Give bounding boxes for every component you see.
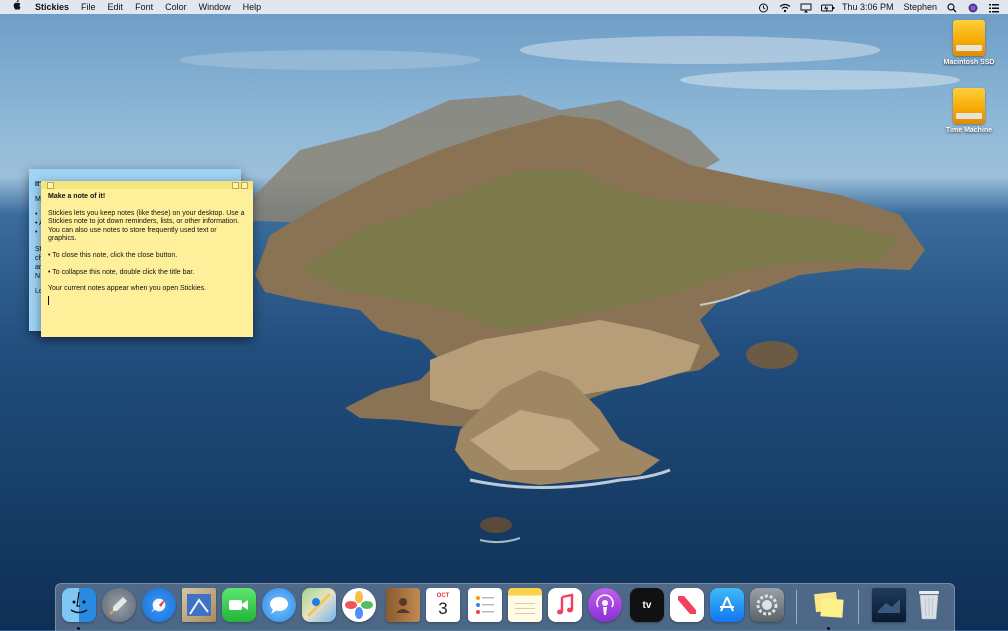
- app-store-icon[interactable]: [710, 588, 744, 622]
- menu-font[interactable]: Font: [129, 0, 159, 14]
- dock-separator: [858, 590, 859, 624]
- airplay-icon[interactable]: [800, 3, 812, 12]
- launchpad-icon[interactable]: [102, 588, 136, 622]
- hard-drive-icon: [953, 88, 985, 124]
- dock: OCT 3 tv: [55, 583, 955, 631]
- desktop-drive-macintosh-ssd[interactable]: Macintosh SSD: [934, 20, 1004, 66]
- mail-icon[interactable]: [182, 588, 216, 622]
- drive-label: Macintosh SSD: [943, 59, 995, 66]
- tv-icon[interactable]: tv: [630, 588, 664, 622]
- menu-file[interactable]: File: [75, 0, 102, 14]
- system-preferences-icon[interactable]: [750, 588, 784, 622]
- menu-clock[interactable]: Thu 3:06 PM: [837, 0, 899, 14]
- photos-icon[interactable]: [342, 588, 376, 622]
- hard-drive-icon: [953, 20, 985, 56]
- note-paragraph: Stickies lets you keep notes (like these…: [48, 209, 245, 243]
- sticky-note-yellow[interactable]: Make a note of it! Stickies lets you kee…: [41, 181, 253, 337]
- facetime-icon[interactable]: [222, 588, 256, 622]
- tv-glyph: tv: [642, 599, 652, 611]
- wifi-icon[interactable]: [779, 3, 791, 12]
- menu-app-name[interactable]: Stickies: [29, 0, 75, 14]
- drive-label: Time Machine: [945, 127, 993, 134]
- spotlight-search-icon[interactable]: [947, 2, 958, 12]
- text-cursor: [48, 295, 49, 305]
- podcasts-icon[interactable]: [588, 588, 622, 622]
- menu-user[interactable]: Stephen: [898, 0, 942, 14]
- note-paragraph: • To collapse this note, double click th…: [48, 268, 195, 276]
- reminders-icon[interactable]: [468, 588, 502, 622]
- note-paragraph: Your current notes appear when you open …: [48, 285, 207, 293]
- sticky-note-text[interactable]: Make a note of it! Stickies lets you kee…: [41, 189, 253, 312]
- menu-help[interactable]: Help: [237, 0, 268, 14]
- close-icon[interactable]: [47, 182, 54, 189]
- collapse-icon[interactable]: [241, 182, 248, 189]
- dock-separator: [796, 590, 797, 624]
- music-icon[interactable]: [548, 588, 582, 622]
- news-icon[interactable]: [670, 588, 704, 622]
- battery-icon[interactable]: [820, 3, 835, 12]
- time-machine-icon[interactable]: [758, 3, 769, 12]
- desktop-drive-time-machine[interactable]: Time Machine: [934, 88, 1004, 134]
- siri-icon[interactable]: [968, 3, 979, 12]
- notification-center-icon[interactable]: [989, 3, 1000, 12]
- safari-icon[interactable]: [142, 588, 176, 622]
- menu-edit[interactable]: Edit: [102, 0, 130, 14]
- calendar-icon[interactable]: OCT 3: [426, 588, 460, 622]
- finder-icon[interactable]: [62, 588, 96, 622]
- maps-icon[interactable]: [302, 588, 336, 622]
- apple-menu-icon[interactable]: [0, 0, 29, 15]
- menu-color[interactable]: Color: [159, 0, 193, 14]
- calendar-day: 3: [438, 598, 448, 618]
- note-paragraph: • To close this note, click the close bu…: [48, 251, 178, 259]
- note-title: Make a note of it!: [48, 193, 106, 200]
- menu-window[interactable]: Window: [193, 0, 237, 14]
- sticky-title-bar[interactable]: [41, 181, 253, 189]
- contacts-icon[interactable]: [386, 588, 420, 622]
- menu-bar: Stickies File Edit Font Color Window Hel…: [0, 0, 1008, 14]
- notes-icon[interactable]: [508, 588, 542, 622]
- zoom-icon[interactable]: [232, 182, 239, 189]
- desktop-stack-icon[interactable]: [872, 588, 906, 622]
- sticky-title-bar[interactable]: [29, 169, 241, 177]
- stickies-icon[interactable]: [812, 588, 846, 622]
- messages-icon[interactable]: [262, 588, 296, 622]
- trash-icon[interactable]: [912, 588, 946, 622]
